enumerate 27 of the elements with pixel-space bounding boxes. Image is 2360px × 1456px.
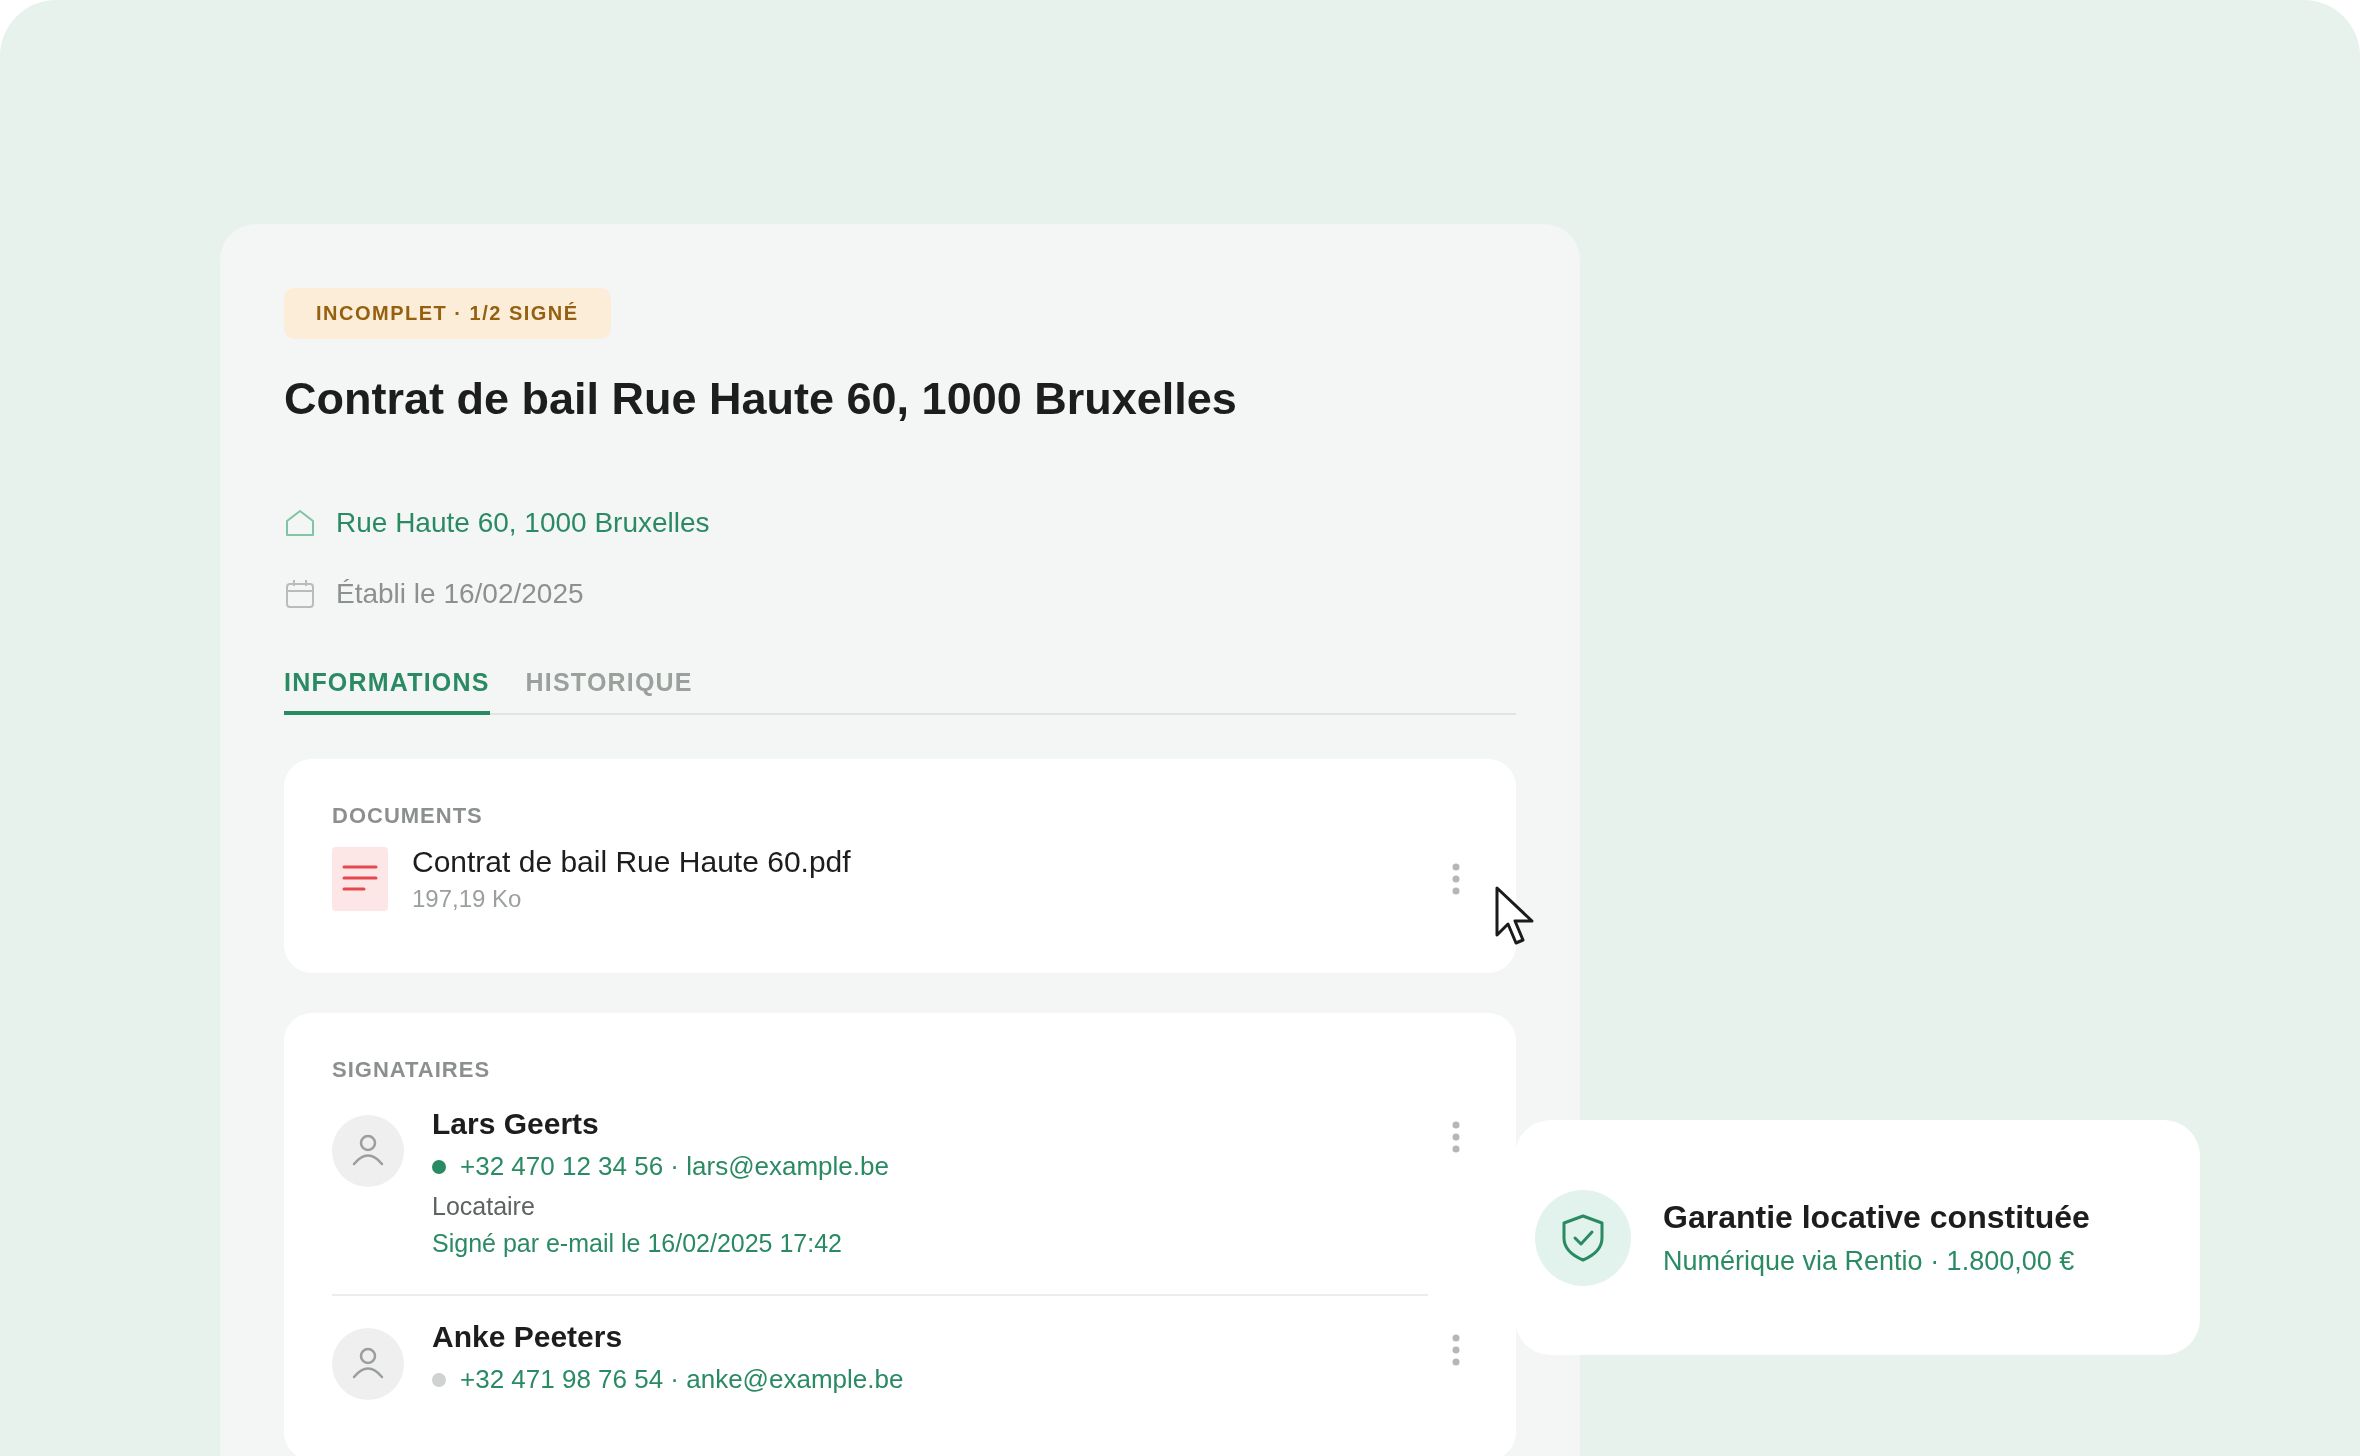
signatory-name: Lars Geerts bbox=[432, 1107, 600, 1141]
tab[interactable]: INFORMATIONS bbox=[284, 660, 490, 715]
guarantee-title: Garantie locative constituée bbox=[1663, 1198, 2090, 1236]
guarantee-detail: Numérique via Rentio · 1.800,00 € bbox=[1663, 1245, 2076, 1277]
file-size: 197,19 Ko bbox=[412, 885, 523, 913]
document-icon bbox=[332, 847, 388, 911]
more-options-icon[interactable] bbox=[1452, 863, 1460, 895]
signatory-name: Anke Peeters bbox=[432, 1320, 624, 1354]
calendar-icon bbox=[284, 578, 316, 610]
signatory-role: Locataire bbox=[432, 1192, 536, 1221]
contact-details: +32 470 12 34 56 · lars@example.be bbox=[460, 1151, 889, 1182]
contract-title: Contrat de bail Rue Haute 60, 1000 Bruxelles bbox=[284, 372, 1238, 426]
house-icon bbox=[284, 507, 316, 539]
file-name[interactable]: Contrat de bail Rue Haute 60.pdf bbox=[412, 845, 1428, 879]
shield-check-icon bbox=[1535, 1189, 1631, 1286]
more-options-icon[interactable] bbox=[1452, 1121, 1460, 1153]
signature-note: Signé par e-mail le 16/02/2025 17:42 bbox=[432, 1229, 843, 1258]
address-link[interactable]: Rue Haute 60, 1000 Bruxelles bbox=[336, 507, 710, 539]
section-heading: DOCUMENTS bbox=[332, 803, 484, 829]
contact-details: +32 471 98 76 54 · anke@example.be bbox=[460, 1364, 904, 1395]
avatar-icon bbox=[332, 1115, 404, 1187]
section-heading: SIGNATAIRES bbox=[332, 1057, 492, 1083]
more-options-icon[interactable] bbox=[1452, 1334, 1460, 1366]
established-date: Établi le 16/02/2025 bbox=[336, 578, 584, 610]
status-badge: INCOMPLET · 1/2 SIGNÉ bbox=[284, 288, 611, 339]
tab[interactable]: HISTORIQUE bbox=[525, 660, 693, 715]
avatar-icon bbox=[332, 1328, 404, 1400]
